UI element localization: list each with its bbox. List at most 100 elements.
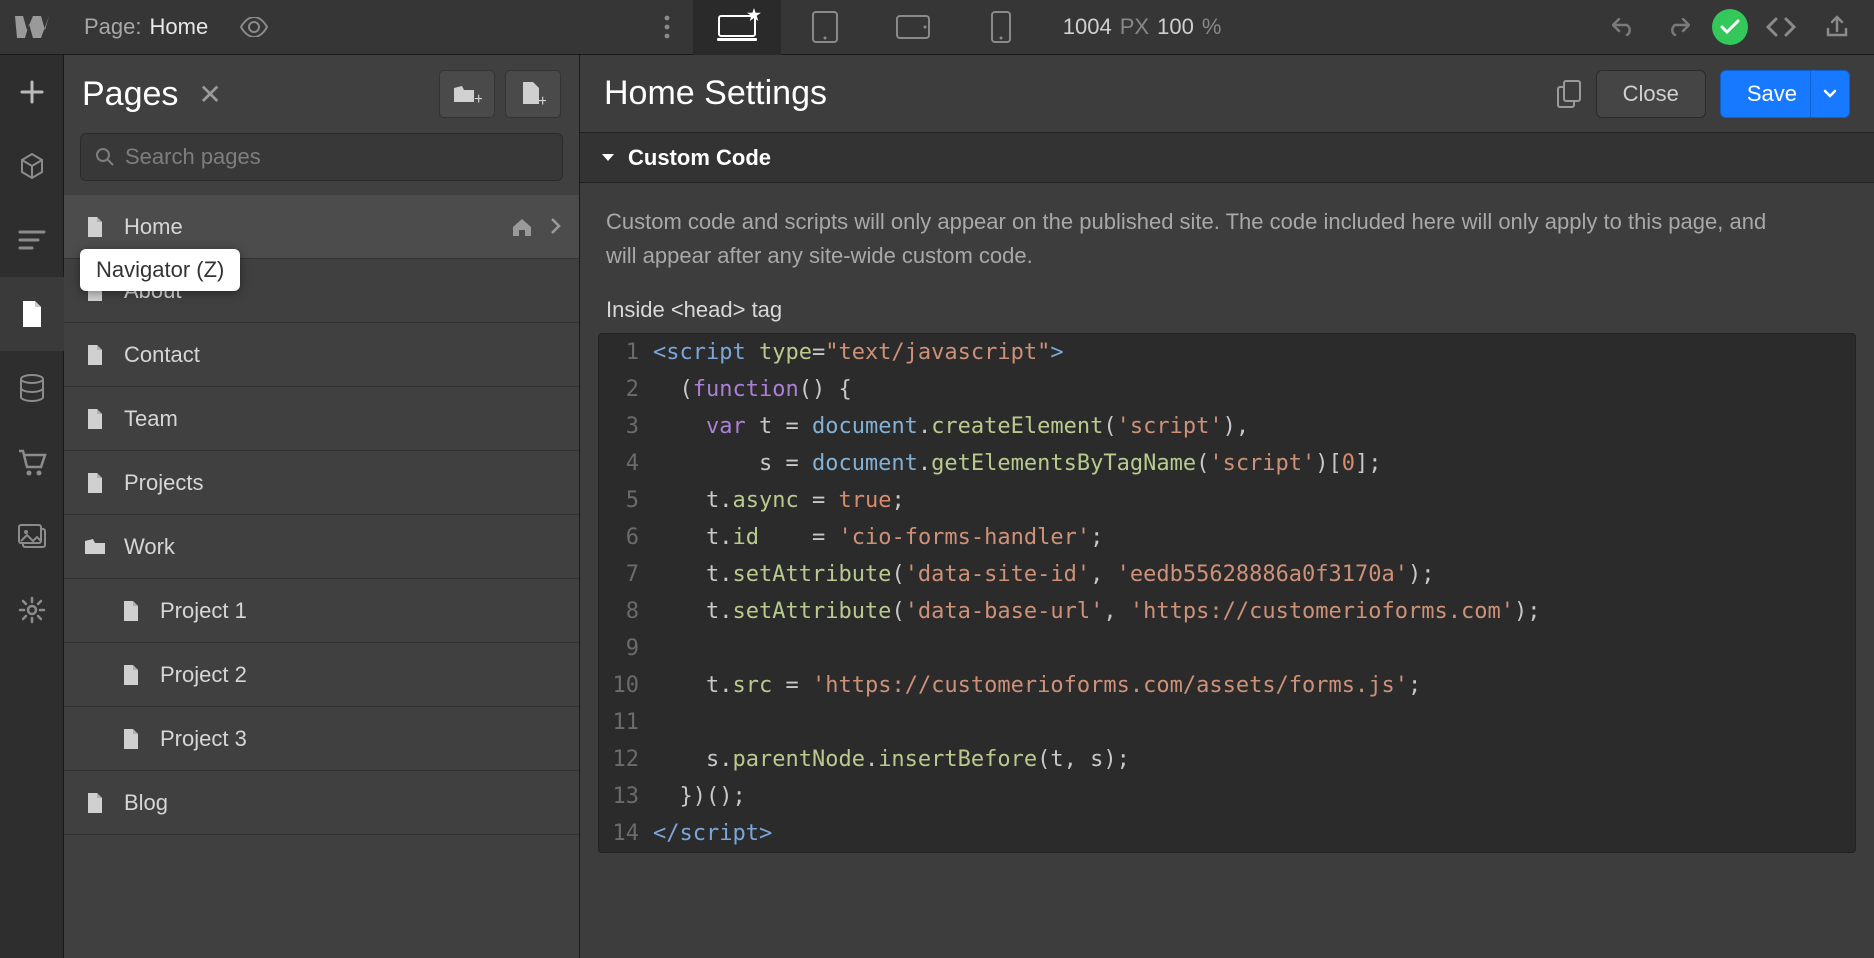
page-item-blog[interactable]: Blog — [64, 771, 579, 835]
line-number: 6 — [599, 519, 653, 556]
code-line[interactable]: 8 t.setAttribute('data-base-url', 'https… — [599, 593, 1855, 630]
code-line[interactable]: 14</script> — [599, 815, 1855, 852]
code-line[interactable]: 12 s.parentNode.insertBefore(t, s); — [599, 741, 1855, 778]
pages-title: Pages — [82, 75, 178, 114]
pages-panel: Pages ✕ + + HomeAboutContactTeamProjects… — [64, 55, 580, 958]
code-export-button[interactable] — [1758, 0, 1804, 55]
code-line[interactable]: 4 s = document.getElementsByTagName('scr… — [599, 445, 1855, 482]
close-button[interactable]: Close — [1596, 70, 1706, 118]
page-item-team[interactable]: Team — [64, 387, 579, 451]
head-code-editor[interactable]: 1<script type="text/javascript">2 (funct… — [598, 333, 1856, 853]
code-line[interactable]: 11 — [599, 704, 1855, 741]
device-toolbar: 1004 PX 100 % — [641, 0, 1240, 54]
search-icon — [95, 147, 115, 167]
code-line[interactable]: 6 t.id = 'cio-forms-handler'; — [599, 519, 1855, 556]
close-panel-button[interactable]: ✕ — [192, 78, 227, 111]
page-item-work[interactable]: Work — [64, 515, 579, 579]
page-icon — [82, 216, 108, 238]
pages-button[interactable] — [0, 277, 64, 351]
page-item-label: Project 2 — [160, 662, 247, 688]
settings-button[interactable] — [0, 573, 64, 647]
page-list: HomeAboutContactTeamProjectsWorkProject … — [64, 195, 579, 958]
code-line[interactable]: 5 t.async = true; — [599, 482, 1855, 519]
page-item-label: Projects — [124, 470, 203, 496]
code-line[interactable]: 10 t.src = 'https://customerioforms.com/… — [599, 667, 1855, 704]
page-item-label: Blog — [124, 790, 168, 816]
code-line[interactable]: 1<script type="text/javascript"> — [599, 334, 1855, 371]
page-item-label: Contact — [124, 342, 200, 368]
add-element-button[interactable] — [0, 55, 64, 129]
copy-button[interactable] — [1556, 79, 1582, 109]
canvas-dimensions: 1004 PX 100 % — [1045, 14, 1240, 40]
line-number: 13 — [599, 778, 653, 815]
share-button[interactable] — [1814, 0, 1860, 55]
zoom-unit: % — [1202, 14, 1222, 40]
line-number: 5 — [599, 482, 653, 519]
ecommerce-button[interactable] — [0, 425, 64, 499]
page-item-label: Project 1 — [160, 598, 247, 624]
svg-text:+: + — [538, 93, 546, 108]
new-folder-button[interactable]: + — [439, 70, 495, 118]
navigator-button[interactable] — [0, 203, 64, 277]
page-icon — [118, 600, 144, 622]
line-number: 4 — [599, 445, 653, 482]
page-item-project-3[interactable]: Project 3 — [64, 707, 579, 771]
check-icon — [1720, 19, 1740, 35]
page-item-projects[interactable]: Projects — [64, 451, 579, 515]
page-icon — [82, 344, 108, 366]
device-mobile-button[interactable] — [957, 0, 1045, 55]
code-line[interactable]: 7 t.setAttribute('data-site-id', 'eedb55… — [599, 556, 1855, 593]
folder-icon — [82, 538, 108, 556]
symbols-button[interactable] — [0, 129, 64, 203]
page-item-contact[interactable]: Contact — [64, 323, 579, 387]
assets-button[interactable] — [0, 499, 64, 573]
device-tablet-landscape-button[interactable] — [869, 0, 957, 55]
code-line[interactable]: 2 (function() { — [599, 371, 1855, 408]
line-number: 14 — [599, 815, 653, 852]
topbar: Page: Home 1004 PX 100 % — [0, 0, 1874, 55]
page-dropdown[interactable]: Page: Home — [64, 14, 228, 40]
save-dropdown-button[interactable] — [1810, 70, 1850, 118]
page-icon — [82, 792, 108, 814]
head-tag-label: Inside <head> tag — [580, 279, 1874, 333]
more-menu-button[interactable] — [641, 0, 693, 55]
home-icon — [511, 217, 533, 237]
preview-button[interactable] — [228, 0, 280, 55]
device-desktop-button[interactable] — [693, 0, 781, 55]
undo-button[interactable] — [1600, 0, 1646, 55]
line-number: 12 — [599, 741, 653, 778]
page-item-project-2[interactable]: Project 2 — [64, 643, 579, 707]
canvas-zoom[interactable]: 100 — [1157, 14, 1194, 40]
topbar-actions — [1600, 0, 1874, 54]
chevron-down-icon — [1823, 89, 1837, 99]
page-icon — [82, 408, 108, 430]
line-number: 7 — [599, 556, 653, 593]
publish-status[interactable] — [1712, 9, 1748, 45]
line-number: 1 — [599, 334, 653, 371]
page-icon — [118, 728, 144, 750]
code-line[interactable]: 3 var t = document.createElement('script… — [599, 408, 1855, 445]
code-line[interactable]: 9 — [599, 630, 1855, 667]
webflow-logo[interactable] — [0, 0, 64, 55]
custom-code-section-header[interactable]: Custom Code — [580, 133, 1874, 183]
page-item-project-1[interactable]: Project 1 — [64, 579, 579, 643]
pages-panel-header: Pages ✕ + + — [64, 55, 579, 133]
redo-button[interactable] — [1656, 0, 1702, 55]
page-item-label: Home — [124, 214, 183, 240]
settings-panel: Home Settings Close Save Custom Code Cus… — [580, 55, 1874, 958]
new-page-button[interactable]: + — [505, 70, 561, 118]
page-item-label: Team — [124, 406, 178, 432]
code-line[interactable]: 13 })(); — [599, 778, 1855, 815]
cms-button[interactable] — [0, 351, 64, 425]
search-pages[interactable] — [80, 133, 563, 181]
canvas-width[interactable]: 1004 — [1063, 14, 1112, 40]
page-icon — [82, 472, 108, 494]
save-button[interactable]: Save — [1720, 70, 1824, 118]
custom-code-description: Custom code and scripts will only appear… — [580, 183, 1800, 279]
device-tablet-button[interactable] — [781, 0, 869, 55]
caret-down-icon — [600, 152, 616, 164]
line-number: 9 — [599, 630, 653, 667]
chevron-right-icon — [549, 217, 561, 237]
search-input[interactable] — [125, 144, 548, 170]
svg-text:+: + — [474, 91, 482, 106]
